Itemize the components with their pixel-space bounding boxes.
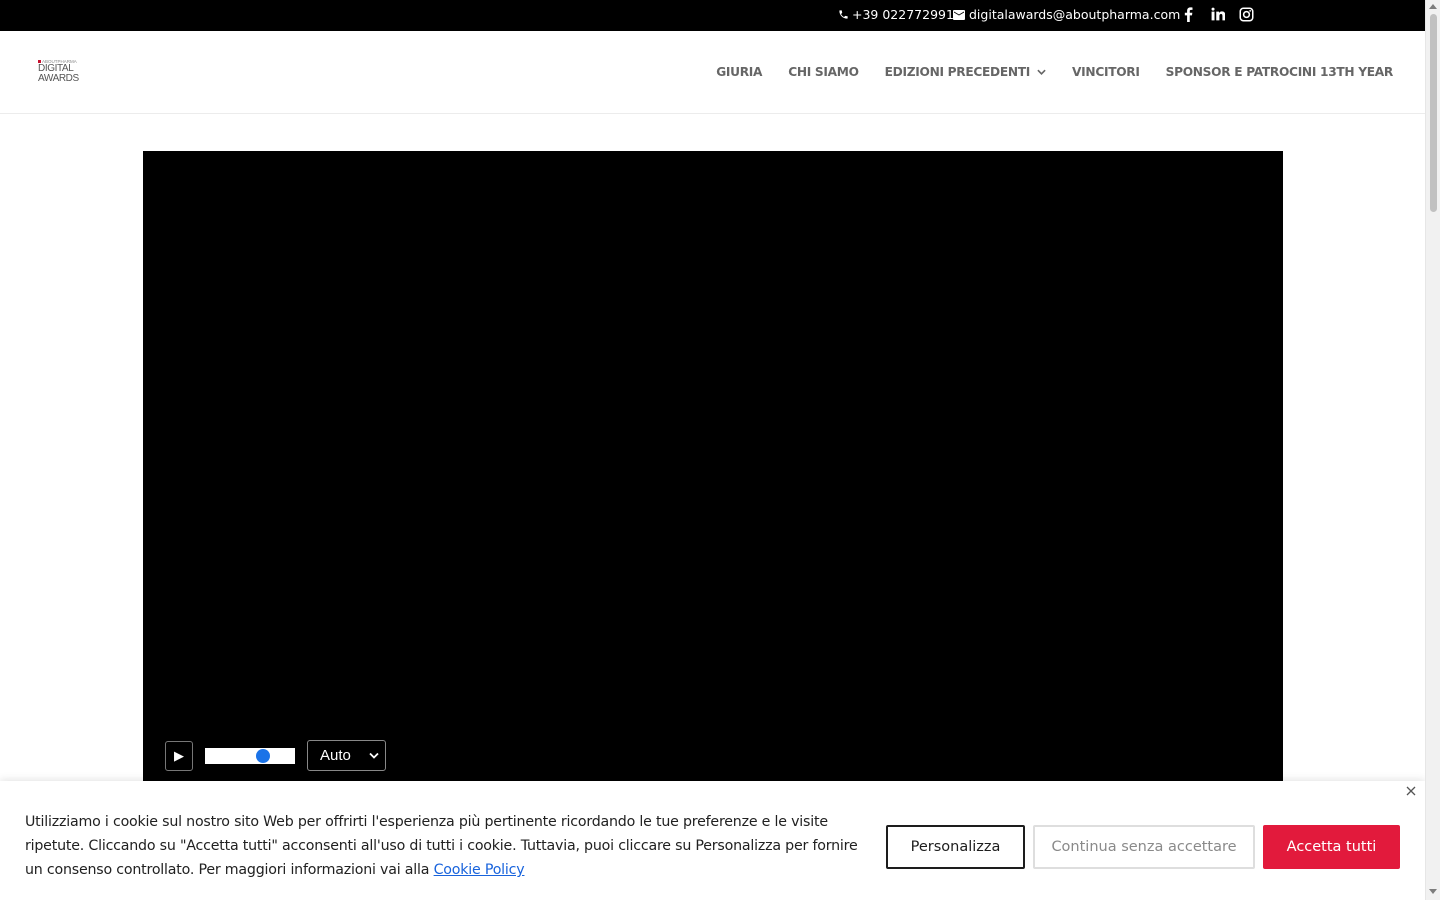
instagram-icon[interactable]: [1238, 5, 1255, 23]
email-address: digitalawards@aboutpharma.com: [969, 7, 1181, 22]
scroll-down-arrow-icon[interactable]: [1429, 889, 1437, 894]
email-contact[interactable]: digitalawards@aboutpharma.com: [953, 7, 1180, 22]
chevron-down-icon: [369, 752, 379, 759]
play-button[interactable]: ▶: [165, 741, 193, 771]
site-logo[interactable]: ABOUTPHARMA DIGITAL AWARDS: [38, 59, 86, 87]
close-button[interactable]: [1404, 784, 1418, 798]
top-bar: +39 022772991 digitalawards@aboutpharma.…: [0, 0, 1425, 31]
customize-button[interactable]: Personalizza: [886, 825, 1025, 869]
accept-all-button[interactable]: Accetta tutti: [1263, 825, 1400, 869]
logo-line-awards: AWARDS: [38, 73, 79, 84]
page-scrollbar[interactable]: [1425, 0, 1440, 900]
phone-contact[interactable]: +39 022772991: [838, 7, 954, 22]
video-player[interactable]: ▶ Auto: [143, 151, 1283, 791]
cookie-message: Utilizziamo i cookie sul nostro sito Web…: [25, 810, 865, 882]
nav-item-edizioni-precedenti[interactable]: EDIZIONI PRECEDENTI: [885, 64, 1046, 80]
quality-selected-value: Auto: [320, 747, 351, 764]
quality-select[interactable]: Auto: [307, 740, 386, 771]
main-nav: GIURIA CHI SIAMO EDIZIONI PRECEDENTI VIN…: [716, 64, 1393, 80]
volume-slider[interactable]: [205, 748, 295, 764]
scrollbar-thumb[interactable]: [1430, 14, 1437, 212]
linkedin-icon[interactable]: [1209, 5, 1226, 23]
scroll-up-arrow-icon[interactable]: [1429, 4, 1437, 9]
cookie-banner: Utilizziamo i cookie sul nostro sito Web…: [0, 781, 1425, 900]
mail-icon: [953, 9, 965, 20]
chevron-down-icon: [1037, 69, 1046, 75]
social-links: [1180, 5, 1255, 23]
nav-item-sponsor[interactable]: SPONSOR E PATROCINI 13TH YEAR: [1166, 64, 1394, 80]
play-icon: ▶: [174, 748, 184, 764]
nav-item-vincitori[interactable]: VINCITORI: [1072, 64, 1140, 80]
site-header: ABOUTPHARMA DIGITAL AWARDS GIURIA CHI SI…: [0, 31, 1425, 114]
cookie-policy-link[interactable]: Cookie Policy: [434, 862, 525, 878]
phone-icon: [839, 10, 848, 19]
phone-number: +39 022772991: [852, 7, 954, 22]
nav-item-chi-siamo[interactable]: CHI SIAMO: [788, 64, 859, 80]
continue-without-accepting-button[interactable]: Continua senza accettare: [1033, 825, 1255, 869]
volume-slider-handle[interactable]: [256, 749, 270, 763]
nav-item-giuria[interactable]: GIURIA: [716, 64, 762, 80]
facebook-icon[interactable]: [1180, 5, 1197, 23]
close-icon: [1406, 786, 1416, 796]
